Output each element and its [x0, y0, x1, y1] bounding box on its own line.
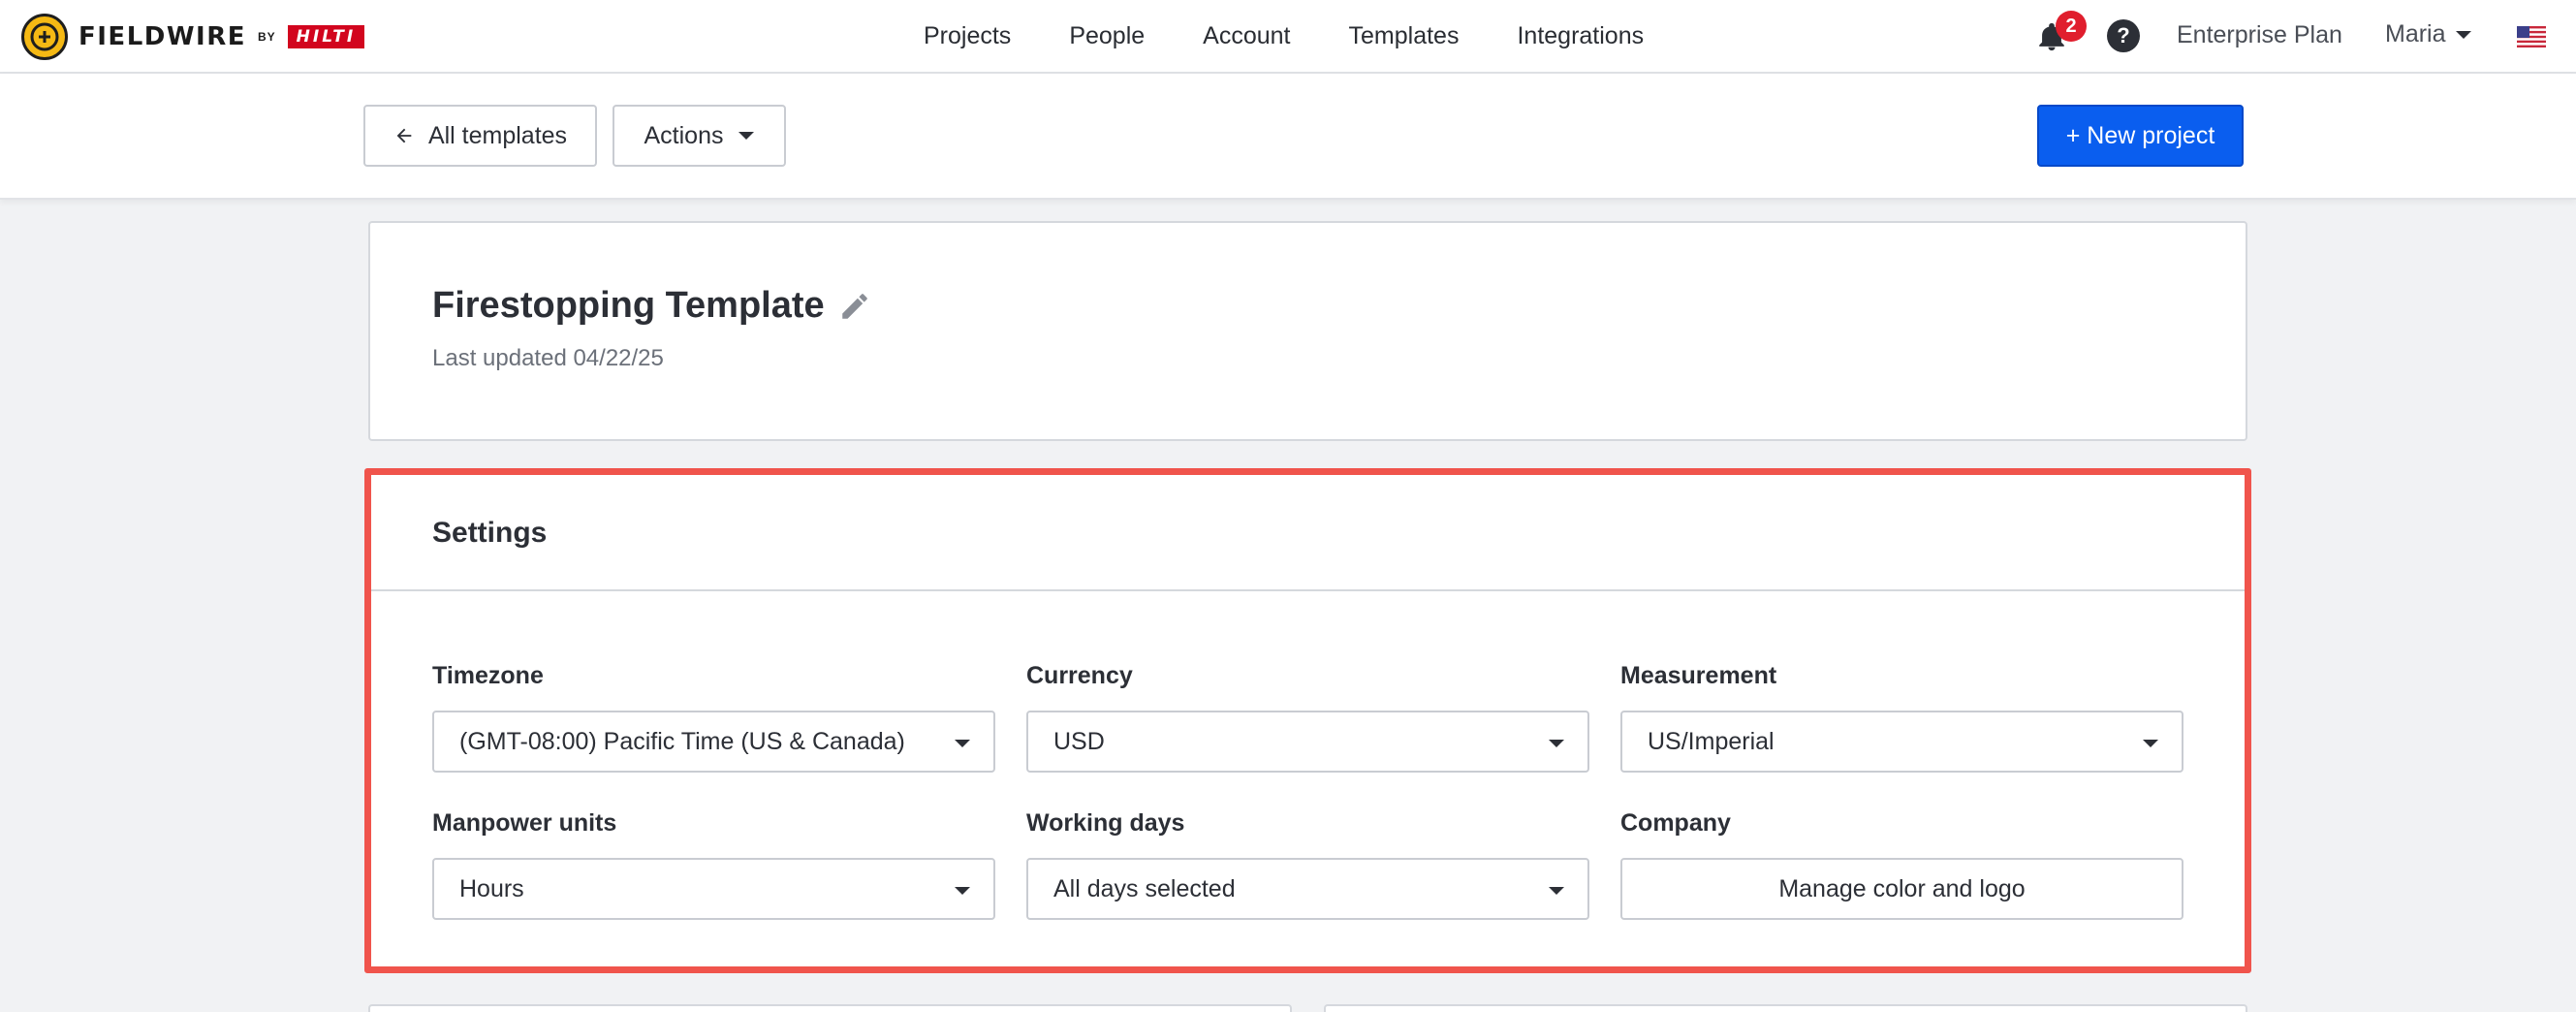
measurement-value: US/Imperial: [1648, 727, 1775, 755]
fieldwire-logo-icon: [21, 14, 68, 60]
manpower-units-select[interactable]: Hours: [432, 858, 995, 920]
user-name: Maria: [2385, 20, 2446, 47]
new-project-button[interactable]: + New project: [2037, 105, 2244, 167]
template-header-card: Firestopping Template Last updated 04/22…: [368, 221, 2247, 441]
measurement-select[interactable]: US/Imperial: [1620, 711, 2183, 773]
hilti-logo: HILTI: [287, 25, 365, 48]
user-menu[interactable]: Maria: [2385, 20, 2471, 48]
company-label: Company: [1620, 809, 1731, 837]
next-card-right: [1324, 1004, 2247, 1012]
timezone-select[interactable]: (GMT-08:00) Pacific Time (US & Canada): [432, 711, 995, 773]
nav-account[interactable]: Account: [1203, 22, 1290, 50]
currency-select[interactable]: USD: [1026, 711, 1589, 773]
fieldwire-logo[interactable]: FIELDWIRE BY HILTI: [21, 13, 365, 61]
enterprise-plan-link[interactable]: Enterprise Plan: [2177, 21, 2342, 49]
chevron-down-icon: [1549, 740, 1564, 747]
chevron-down-icon: [738, 132, 755, 140]
working-days-label: Working days: [1026, 809, 1185, 837]
actions-label: Actions: [644, 121, 724, 149]
template-title: Firestopping Template: [432, 285, 825, 326]
manpower-units-label: Manpower units: [432, 809, 617, 837]
chevron-down-icon: [2143, 740, 2158, 747]
brand-by: BY: [257, 30, 276, 44]
chevron-down-icon: [955, 740, 970, 747]
currency-label: Currency: [1026, 662, 1133, 689]
working-days-value: All days selected: [1053, 874, 1236, 902]
nav-templates[interactable]: Templates: [1349, 22, 1460, 50]
chevron-down-icon: [955, 887, 970, 895]
timezone-label: Timezone: [432, 662, 544, 689]
measurement-label: Measurement: [1620, 662, 1777, 689]
working-days-select[interactable]: All days selected: [1026, 858, 1589, 920]
manage-color-logo-button[interactable]: Manage color and logo: [1620, 858, 2183, 920]
nav-integrations[interactable]: Integrations: [1517, 22, 1644, 50]
brand-name: FIELDWIRE: [79, 22, 246, 51]
arrow-left-icon: [396, 128, 412, 143]
last-updated-text: Last updated 04/22/25: [432, 345, 664, 371]
us-flag-icon[interactable]: [2517, 26, 2546, 47]
settings-highlight-frame: Settings Timezone (GMT-08:00) Pacific Ti…: [364, 468, 2251, 973]
template-toolbar: All templates Actions + New project: [0, 74, 2576, 200]
settings-header: Settings: [371, 475, 2245, 591]
currency-value: USD: [1053, 727, 1105, 755]
settings-card: Settings Timezone (GMT-08:00) Pacific Ti…: [371, 475, 2245, 966]
actions-dropdown-button[interactable]: Actions: [613, 105, 786, 167]
timezone-value: (GMT-08:00) Pacific Time (US & Canada): [459, 727, 905, 755]
chevron-down-icon: [2455, 30, 2471, 39]
nav-projects[interactable]: Projects: [924, 22, 1011, 50]
top-navigation-bar: FIELDWIRE BY HILTI Projects People Accou…: [0, 0, 2576, 74]
next-card-left: [368, 1004, 1292, 1012]
nav-people[interactable]: People: [1069, 22, 1145, 50]
manpower-units-value: Hours: [459, 874, 524, 902]
edit-pencil-icon[interactable]: [838, 290, 871, 323]
main-nav: Projects People Account Templates Integr…: [924, 0, 1702, 72]
notification-count-badge: 2: [2056, 11, 2087, 42]
help-icon[interactable]: ?: [2107, 19, 2140, 52]
all-templates-button[interactable]: All templates: [363, 105, 597, 167]
settings-title: Settings: [432, 517, 548, 549]
all-templates-label: All templates: [427, 121, 568, 149]
chevron-down-icon: [1549, 887, 1564, 895]
